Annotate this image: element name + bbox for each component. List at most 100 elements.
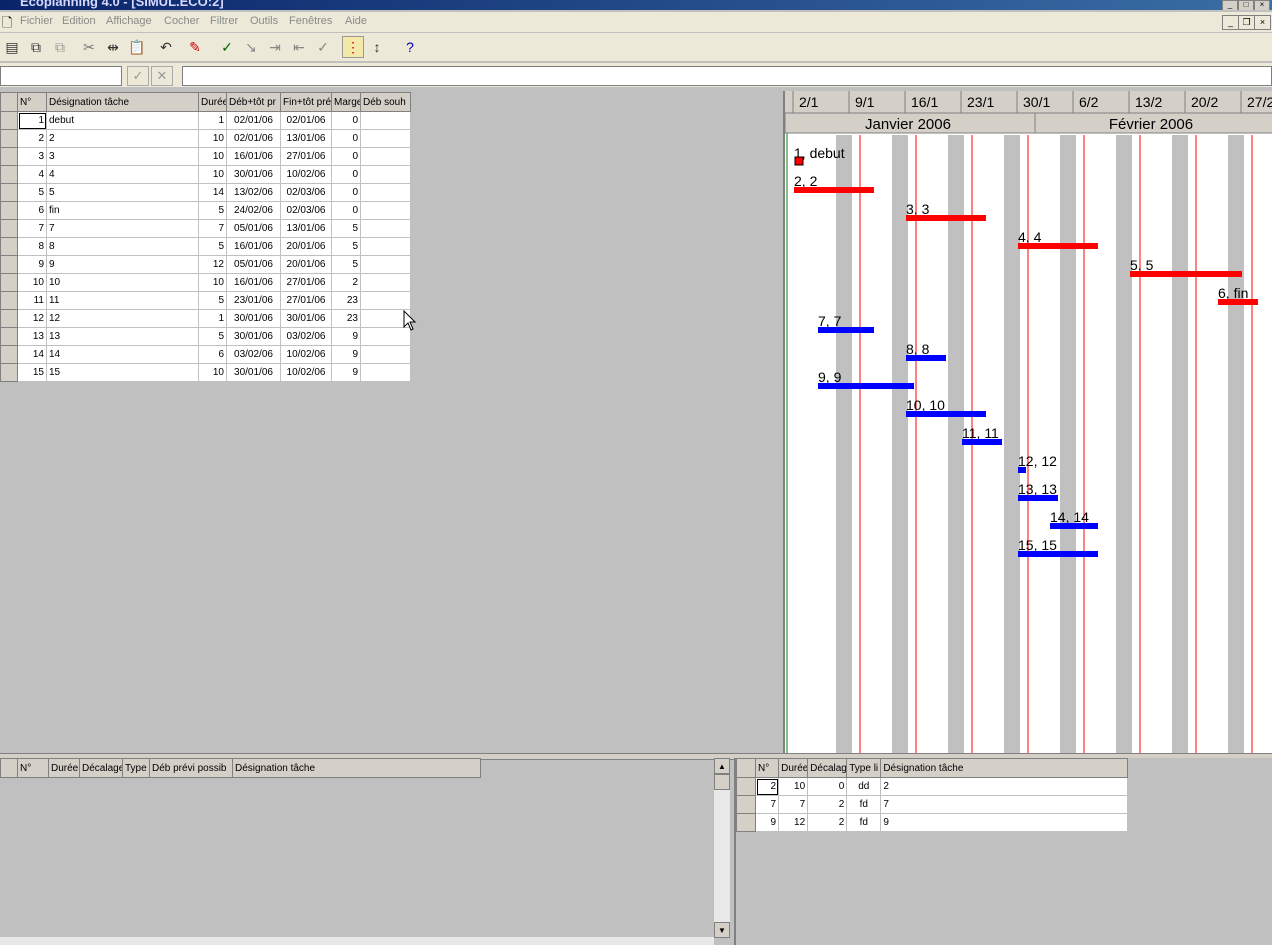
cell-debut-souhaite[interactable] bbox=[360, 165, 411, 184]
cell-num[interactable]: 12 bbox=[17, 309, 47, 328]
table-row[interactable]: 5 5 14 13/02/06 02/03/06 0 bbox=[0, 183, 411, 202]
row-header[interactable] bbox=[735, 777, 757, 796]
col-header-debut-tot[interactable]: Déb+tôt pr bbox=[226, 92, 281, 112]
new-doc-icon[interactable]: ▤ bbox=[1, 36, 23, 58]
cell-marge[interactable]: 23 bbox=[331, 309, 361, 328]
col-header-decalage[interactable]: Décalage bbox=[79, 758, 123, 778]
cell-duree[interactable]: 7 bbox=[778, 795, 809, 814]
cell-fin-tot[interactable]: 13/01/06 bbox=[280, 129, 332, 148]
cell-fin-tot[interactable]: 13/01/06 bbox=[280, 219, 332, 238]
corner-cell[interactable] bbox=[735, 758, 757, 778]
cell-designation[interactable]: 7 bbox=[46, 219, 199, 238]
col-header-decalage[interactable]: Décalag bbox=[807, 758, 848, 778]
cell-duree[interactable]: 6 bbox=[198, 345, 227, 364]
highlight-icon[interactable]: ✎ bbox=[184, 36, 206, 58]
row-header[interactable] bbox=[0, 309, 18, 328]
col-header-designation[interactable]: Désignation tâche bbox=[880, 758, 1128, 778]
table-row[interactable]: 4 4 10 30/01/06 10/02/06 0 bbox=[0, 165, 411, 184]
cell-num[interactable]: 10 bbox=[17, 273, 47, 292]
cell-num[interactable]: 11 bbox=[17, 291, 47, 310]
cut-icon[interactable]: ✂ bbox=[78, 36, 100, 58]
cell-designation[interactable]: 9 bbox=[46, 255, 199, 274]
cell-debut-tot[interactable]: 03/02/06 bbox=[226, 345, 281, 364]
cell-designation[interactable]: 10 bbox=[46, 273, 199, 292]
cell-debut-tot[interactable]: 13/02/06 bbox=[226, 183, 281, 202]
cell-marge[interactable]: 23 bbox=[331, 291, 361, 310]
cell-num[interactable]: 8 bbox=[17, 237, 47, 256]
cell-duree[interactable]: 10 bbox=[198, 147, 227, 166]
cell-designation[interactable]: 4 bbox=[46, 165, 199, 184]
cell-num[interactable]: 13 bbox=[17, 327, 47, 346]
cell-num[interactable]: 1 bbox=[17, 111, 47, 130]
cell-debut-tot[interactable]: 30/01/06 bbox=[226, 327, 281, 346]
cell-debut-souhaite[interactable] bbox=[360, 291, 411, 310]
add-link-icon[interactable]: ✓ bbox=[216, 36, 238, 58]
cell-type-lien[interactable]: dd bbox=[846, 777, 882, 796]
row-header[interactable] bbox=[0, 273, 18, 292]
cell-duree[interactable]: 1 bbox=[198, 309, 227, 328]
table-row[interactable]: 7 7 7 05/01/06 13/01/06 5 bbox=[0, 219, 411, 238]
cell-num[interactable]: 9 bbox=[755, 813, 780, 832]
cell-duree[interactable]: 5 bbox=[198, 327, 227, 346]
cell-debut-tot[interactable]: 16/01/06 bbox=[226, 147, 281, 166]
row-header[interactable] bbox=[0, 219, 18, 238]
outdent-icon[interactable]: ⇤ bbox=[288, 36, 310, 58]
formula-input[interactable] bbox=[182, 66, 1272, 86]
row-header[interactable] bbox=[0, 291, 18, 310]
cell-debut-souhaite[interactable] bbox=[360, 147, 411, 166]
paste-task-icon[interactable]: ⧉ bbox=[49, 36, 71, 58]
col-header-marge[interactable]: Marge bbox=[331, 92, 361, 112]
table-row[interactable]: 7 7 2 fd 7 bbox=[735, 795, 1128, 814]
cell-fin-tot[interactable]: 10/02/06 bbox=[280, 345, 332, 364]
cell-fin-tot[interactable]: 27/01/06 bbox=[280, 291, 332, 310]
gantt-bar[interactable] bbox=[1218, 299, 1258, 305]
row-header[interactable] bbox=[0, 363, 18, 382]
menu-affichage[interactable]: Affichage bbox=[106, 15, 152, 27]
cell-debut-tot[interactable]: 30/01/06 bbox=[226, 309, 281, 328]
cell-fin-tot[interactable]: 02/03/06 bbox=[280, 201, 332, 220]
menu-outils[interactable]: Outils bbox=[250, 15, 278, 27]
row-header[interactable] bbox=[0, 345, 18, 364]
gantt-bar[interactable] bbox=[1018, 495, 1058, 501]
row-header[interactable] bbox=[0, 111, 18, 130]
cell-duree[interactable]: 10 bbox=[198, 363, 227, 382]
sort-icon[interactable]: ⋮ bbox=[342, 36, 364, 58]
menu-fenetres[interactable]: Fenêtres bbox=[289, 15, 332, 27]
minimize-button[interactable]: _ bbox=[1222, 0, 1238, 10]
table-row[interactable]: 9 12 2 fd 9 bbox=[735, 813, 1128, 832]
row-header[interactable] bbox=[0, 201, 18, 220]
cell-marge[interactable]: 9 bbox=[331, 345, 361, 364]
cell-marge[interactable]: 0 bbox=[331, 147, 361, 166]
cell-duree[interactable]: 5 bbox=[198, 237, 227, 256]
table-row[interactable]: 6 fin 5 24/02/06 02/03/06 0 bbox=[0, 201, 411, 220]
table-row[interactable]: 3 3 10 16/01/06 27/01/06 0 bbox=[0, 147, 411, 166]
col-header-fin-tot[interactable]: Fin+tôt pré bbox=[280, 92, 332, 112]
cell-marge[interactable]: 0 bbox=[331, 183, 361, 202]
mdi-restore-button[interactable]: ❐ bbox=[1238, 15, 1255, 30]
table-row[interactable]: 8 8 5 16/01/06 20/01/06 5 bbox=[0, 237, 411, 256]
menu-cocher[interactable]: Cocher bbox=[164, 15, 199, 27]
cell-duree[interactable]: 10 bbox=[778, 777, 809, 796]
cell-duree[interactable]: 10 bbox=[198, 129, 227, 148]
horizontal-scrollbar[interactable] bbox=[0, 937, 714, 945]
cell-marge[interactable]: 5 bbox=[331, 237, 361, 256]
col-header-duree[interactable]: Durée bbox=[778, 758, 809, 778]
gantt-bar[interactable] bbox=[906, 215, 986, 221]
cell-num[interactable]: 2 bbox=[755, 777, 780, 796]
undo-icon[interactable]: ↶ bbox=[155, 36, 177, 58]
cell-debut-tot[interactable]: 16/01/06 bbox=[226, 273, 281, 292]
vertical-scrollbar[interactable]: ▲ ▼ bbox=[714, 758, 730, 938]
maximize-button[interactable]: □ bbox=[1238, 0, 1254, 10]
mdi-minimize-button[interactable]: _ bbox=[1222, 15, 1239, 30]
cell-designation[interactable]: 7 bbox=[880, 795, 1128, 814]
cell-marge[interactable]: 5 bbox=[331, 219, 361, 238]
table-row[interactable]: 15 15 10 30/01/06 10/02/06 9 bbox=[0, 363, 411, 382]
cell-debut-souhaite[interactable] bbox=[360, 273, 411, 292]
cell-debut-tot[interactable]: 24/02/06 bbox=[226, 201, 281, 220]
row-header[interactable] bbox=[0, 327, 18, 346]
menu-filtrer[interactable]: Filtrer bbox=[210, 15, 238, 27]
gantt-bar[interactable] bbox=[1018, 551, 1098, 557]
row-header[interactable] bbox=[0, 147, 18, 166]
cell-debut-tot[interactable]: 02/01/06 bbox=[226, 111, 281, 130]
cell-debut-tot[interactable]: 30/01/06 bbox=[226, 165, 281, 184]
